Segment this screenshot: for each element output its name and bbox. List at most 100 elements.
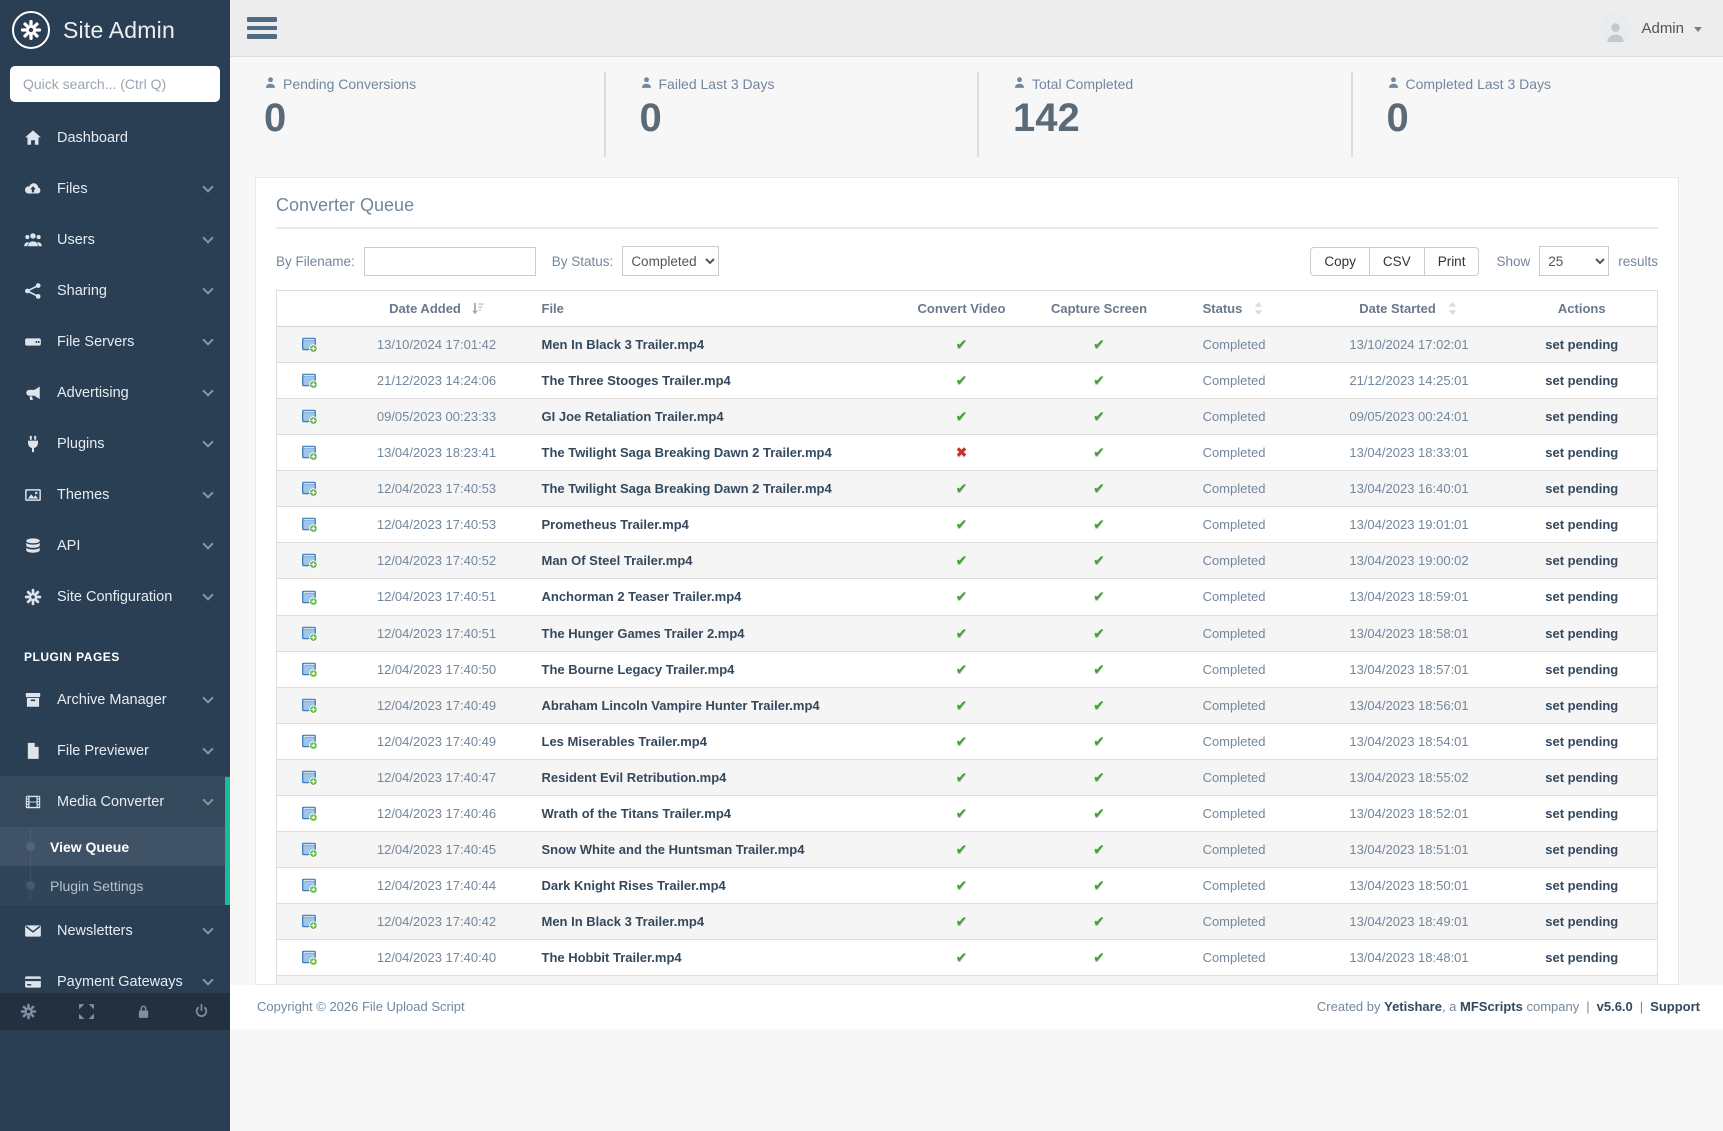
- support-link[interactable]: Support: [1650, 999, 1700, 1014]
- page-footer: Copyright © 2026 File Upload Script Crea…: [230, 985, 1723, 1029]
- cell-file: The Hobbit Trailer.mp4: [531, 939, 882, 976]
- set-pending-link[interactable]: set pending: [1506, 542, 1658, 579]
- video-file-icon: [301, 336, 318, 353]
- lock-icon[interactable]: [115, 993, 173, 1030]
- sidebar-item-dashboard[interactable]: Dashboard: [0, 112, 230, 163]
- power-icon[interactable]: [173, 993, 231, 1030]
- sidebar-item-advertising[interactable]: Advertising: [0, 367, 230, 418]
- sidebar: Site Admin Dashboard Files Users Sharing…: [0, 0, 230, 1131]
- gear-icon[interactable]: [0, 993, 58, 1030]
- cell-file: Dark Knight Rises Trailer.mp4: [531, 866, 882, 904]
- set-pending-link[interactable]: set pending: [1506, 434, 1658, 471]
- column-header-status[interactable]: Status: [1156, 290, 1312, 327]
- set-pending-link[interactable]: set pending: [1506, 975, 1658, 984]
- column-header-file[interactable]: File: [531, 290, 882, 327]
- sidebar-item-files[interactable]: Files: [0, 163, 230, 214]
- stat-total-completed: Total Completed 142: [977, 72, 1351, 157]
- expand-icon[interactable]: [58, 993, 116, 1030]
- cell-file: Man Of Steel Trailer.mp4: [531, 542, 882, 579]
- column-header-actions: Actions: [1506, 290, 1658, 327]
- users-icon: [24, 231, 42, 249]
- sidebar-item-newsletters[interactable]: Newsletters: [0, 905, 230, 956]
- film-icon: [24, 793, 42, 811]
- cell-date-added: 09/05/2023 00:23:33: [341, 398, 532, 435]
- status-filter-select[interactable]: Completed: [622, 246, 720, 276]
- set-pending-link[interactable]: set pending: [1506, 758, 1658, 796]
- cell-date-started: 21/12/2023 14:25:01: [1311, 362, 1507, 399]
- cell-date-started: 13/04/2023 18:57:01: [1311, 650, 1507, 688]
- set-pending-link[interactable]: set pending: [1506, 794, 1658, 832]
- set-pending-link[interactable]: set pending: [1506, 686, 1658, 724]
- table-row: 12/04/2023 17:40:53 The Twilight Saga Br…: [276, 470, 1658, 507]
- sidebar-item-media-converter[interactable]: Media Converter: [0, 776, 230, 827]
- set-pending-link[interactable]: set pending: [1506, 614, 1658, 652]
- sidebar-item-site-configuration[interactable]: Site Configuration: [0, 571, 230, 622]
- cell-date-started: 13/04/2023 16:40:01: [1311, 470, 1507, 507]
- set-pending-link[interactable]: set pending: [1506, 398, 1658, 435]
- set-pending-link[interactable]: set pending: [1506, 506, 1658, 543]
- column-header-convert-video: Convert Video: [881, 290, 1042, 327]
- check-icon: ✔: [1093, 660, 1105, 677]
- print-button[interactable]: Print: [1424, 246, 1480, 276]
- set-pending-link[interactable]: set pending: [1506, 902, 1658, 940]
- check-icon: ✔: [955, 336, 968, 353]
- cell-file: Snow White and the Huntsman Trailer.mp4: [531, 830, 882, 868]
- cell-date-started: 13/04/2023 18:50:01: [1311, 866, 1507, 904]
- check-icon: ✔: [1093, 444, 1105, 461]
- sidebar-item-label: Themes: [57, 486, 110, 503]
- check-icon: ✔: [1093, 336, 1105, 353]
- set-pending-link[interactable]: set pending: [1506, 722, 1658, 760]
- cell-capture-screen: ✔: [1041, 434, 1157, 471]
- check-icon: ✔: [955, 840, 968, 857]
- sidebar-item-file-previewer[interactable]: File Previewer: [0, 725, 230, 776]
- set-pending-link[interactable]: set pending: [1506, 830, 1658, 868]
- sidebar-item-themes[interactable]: Themes: [0, 469, 230, 520]
- check-icon: ✔: [1093, 913, 1105, 930]
- csv-button[interactable]: CSV: [1369, 246, 1425, 276]
- menu-toggle-icon[interactable]: [247, 17, 277, 39]
- sidebar-item-plugins[interactable]: Plugins: [0, 418, 230, 469]
- export-button-group: Copy CSV Print: [1310, 246, 1480, 276]
- check-icon: ✔: [955, 552, 968, 569]
- cell-date-added: 12/04/2023 17:40:40: [341, 939, 532, 976]
- column-header-date-added[interactable]: Date Added: [341, 290, 532, 327]
- sidebar-item-file-servers[interactable]: File Servers: [0, 316, 230, 367]
- cell-date-started: 09/05/2023 00:24:01: [1311, 398, 1507, 435]
- app-logo[interactable]: Site Admin: [0, 0, 230, 59]
- set-pending-link[interactable]: set pending: [1506, 650, 1658, 688]
- check-icon: ✔: [955, 696, 968, 713]
- set-pending-link[interactable]: set pending: [1506, 939, 1658, 976]
- set-pending-link[interactable]: set pending: [1506, 470, 1658, 507]
- person-icon: [264, 76, 277, 92]
- set-pending-link[interactable]: set pending: [1506, 866, 1658, 904]
- filename-filter-input[interactable]: [363, 246, 536, 276]
- cell-date-started: 13/04/2023 18:54:01: [1311, 722, 1507, 760]
- set-pending-link[interactable]: set pending: [1506, 362, 1658, 399]
- copy-button[interactable]: Copy: [1310, 246, 1370, 276]
- sort-icon: [1446, 302, 1459, 315]
- sidebar-item-label: Files: [57, 180, 88, 197]
- set-pending-link[interactable]: set pending: [1506, 325, 1658, 363]
- sidebar-item-api[interactable]: API: [0, 520, 230, 571]
- credit-card-icon: [24, 973, 42, 991]
- set-pending-link[interactable]: set pending: [1506, 578, 1658, 615]
- table-row: 12/04/2023 17:40:46 Wrath of the Titans …: [276, 794, 1658, 832]
- column-header-date-started[interactable]: Date Started: [1311, 290, 1507, 327]
- sidebar-item-users[interactable]: Users: [0, 214, 230, 265]
- sidebar-item-archive-manager[interactable]: Archive Manager: [0, 674, 230, 725]
- sidebar-footer: [0, 993, 230, 1030]
- sidebar-item-sharing[interactable]: Sharing: [0, 265, 230, 316]
- check-icon: ✔: [1093, 768, 1105, 785]
- show-label: Show: [1496, 253, 1531, 269]
- user-menu[interactable]: Admin: [1600, 12, 1702, 44]
- cell-capture-screen: ✔: [1041, 614, 1157, 652]
- search-input[interactable]: [10, 66, 220, 102]
- table-row: 12/04/2023 17:40:51 The Hunger Games Tra…: [276, 614, 1658, 652]
- sidebar-subitem-view-queue[interactable]: View Queue: [0, 827, 230, 866]
- sidebar-subitem-plugin-settings[interactable]: Plugin Settings: [0, 866, 230, 905]
- page-length-select[interactable]: 25: [1539, 246, 1610, 276]
- cell-capture-screen: ✔: [1041, 686, 1157, 724]
- cell-status: Completed: [1156, 794, 1312, 832]
- sidebar-item-label: Newsletters: [57, 922, 133, 939]
- chevron-down-icon: [202, 793, 214, 806]
